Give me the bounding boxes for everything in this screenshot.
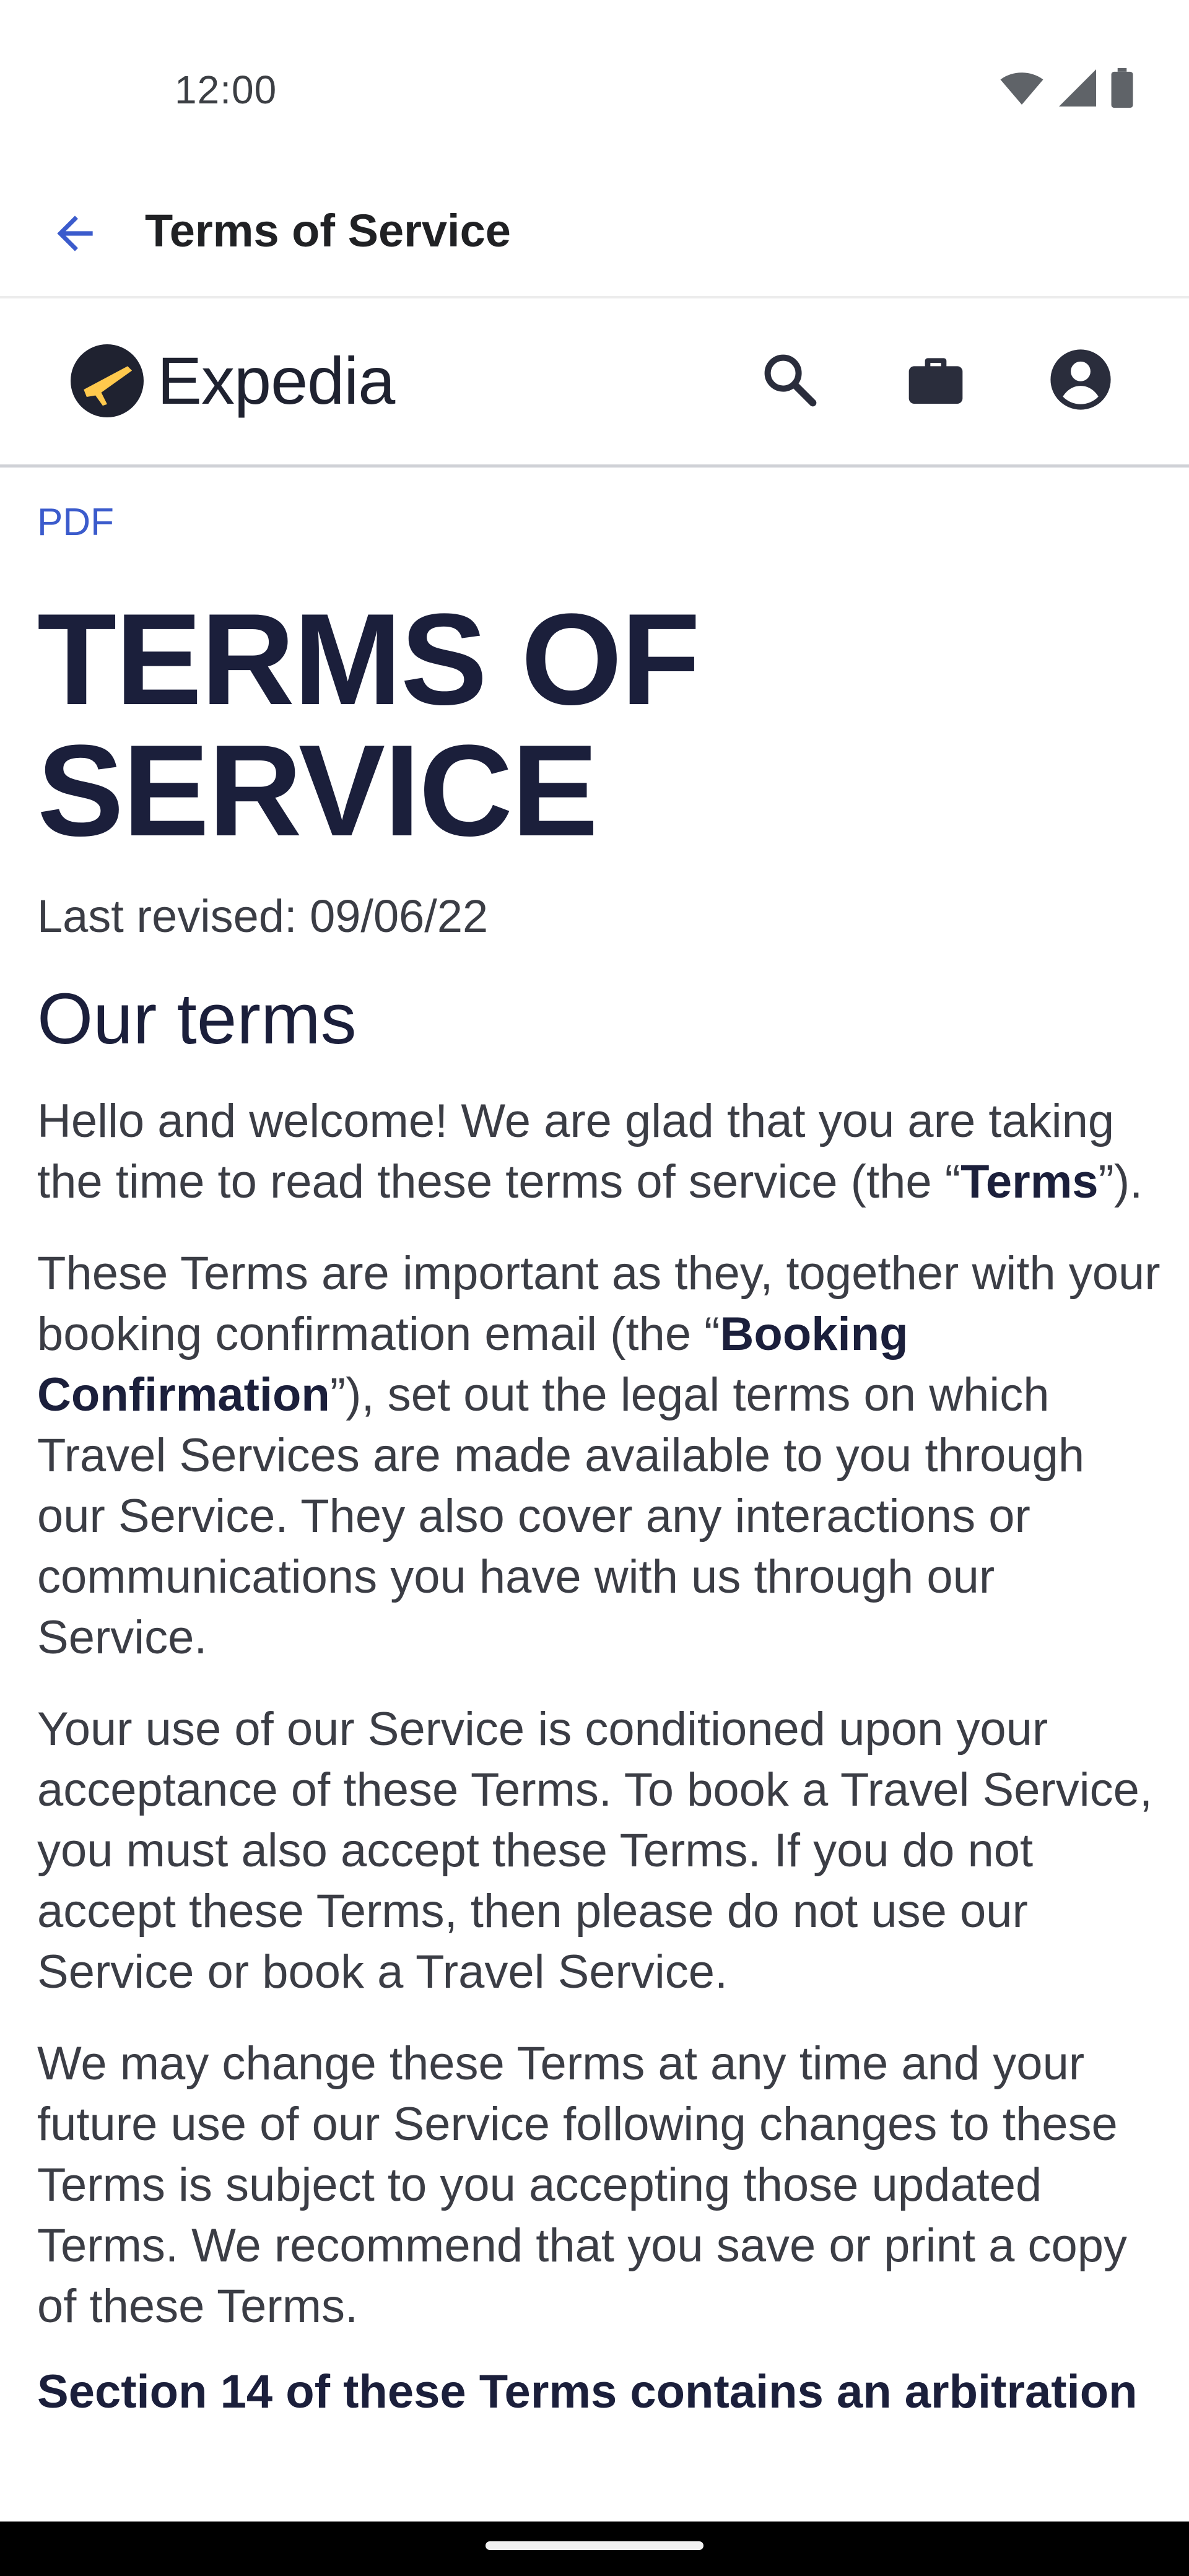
search-button[interactable]: [749, 339, 830, 420]
back-button[interactable]: [41, 199, 109, 268]
page-title-line-2: SERVICE: [37, 718, 598, 863]
app-bar: Terms of Service: [0, 173, 1189, 298]
signal-icon: [1059, 69, 1096, 107]
page-title-line-1: TERMS OF: [37, 586, 700, 732]
battery-icon: [1111, 68, 1133, 108]
paragraph-arbitration: Section 14 of these Terms contains an ar…: [37, 2365, 1138, 2418]
briefcase-icon: [908, 358, 963, 404]
terms-content: PDF TERMS OF SERVICE Last revised: 09/06…: [37, 466, 1164, 2522]
logo-text: Expedia: [157, 343, 395, 418]
home-handle[interactable]: [486, 2541, 703, 2550]
status-icons: [1000, 68, 1133, 108]
status-bar: 12:00: [0, 0, 1189, 173]
text: Hello and welcome! We are glad that you …: [37, 1095, 1115, 1208]
account-icon: [1050, 349, 1111, 410]
pdf-link[interactable]: PDF: [37, 500, 114, 544]
last-revised-date: Last revised: 09/06/22: [37, 890, 489, 942]
page-title: TERMS OF SERVICE: [37, 594, 1164, 856]
site-header: Expedia: [0, 298, 1189, 468]
text: These Terms are important as they, toget…: [37, 1247, 1161, 1360]
search-icon: [764, 354, 817, 407]
paragraph-changes: We may change these Terms at any time an…: [37, 2037, 1127, 2333]
account-button[interactable]: [1040, 339, 1121, 420]
system-nav-bar: [0, 2522, 1189, 2576]
text: ”).: [1098, 1155, 1143, 1208]
section-title: Our terms: [37, 978, 357, 1059]
expedia-logo-icon: [71, 344, 144, 417]
wifi-icon: [1000, 72, 1043, 105]
app-bar-title: Terms of Service: [145, 205, 511, 256]
bold-term: Terms: [960, 1155, 1099, 1208]
trips-button[interactable]: [895, 339, 976, 420]
paragraph-acceptance: Your use of our Service is conditioned u…: [37, 1703, 1153, 1998]
paragraph-importance: These Terms are important as they, toget…: [37, 1243, 1164, 1668]
arrow-left-icon: [57, 215, 93, 251]
paragraph-intro: Hello and welcome! We are glad that you …: [37, 1091, 1164, 1212]
status-time: 12:00: [175, 67, 277, 112]
expedia-logo[interactable]: Expedia: [71, 342, 395, 419]
